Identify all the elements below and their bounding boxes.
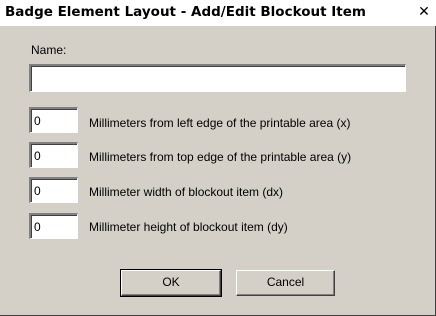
- ok-button[interactable]: OK: [120, 269, 222, 297]
- width-input[interactable]: [29, 177, 78, 203]
- title-bar[interactable]: Badge Element Layout - Add/Edit Blockout…: [0, 0, 436, 26]
- name-input[interactable]: [29, 64, 406, 92]
- height-label: Millimeter height of blockout item (dy): [89, 220, 288, 234]
- dialog-window: Badge Element Layout - Add/Edit Blockout…: [0, 0, 436, 316]
- x-offset-label: Millimeters from left edge of the printa…: [89, 116, 351, 130]
- y-offset-input[interactable]: [29, 142, 78, 168]
- window-title: Badge Element Layout - Add/Edit Blockout…: [5, 4, 366, 20]
- width-label: Millimeter width of blockout item (dx): [89, 185, 284, 199]
- close-icon[interactable]: ✕: [416, 5, 432, 19]
- x-offset-input[interactable]: [29, 107, 78, 133]
- cancel-button[interactable]: Cancel: [236, 270, 335, 296]
- height-input[interactable]: [29, 213, 78, 239]
- name-label: Name:: [31, 43, 67, 57]
- y-offset-label: Millimeters from top edge of the printab…: [89, 150, 352, 164]
